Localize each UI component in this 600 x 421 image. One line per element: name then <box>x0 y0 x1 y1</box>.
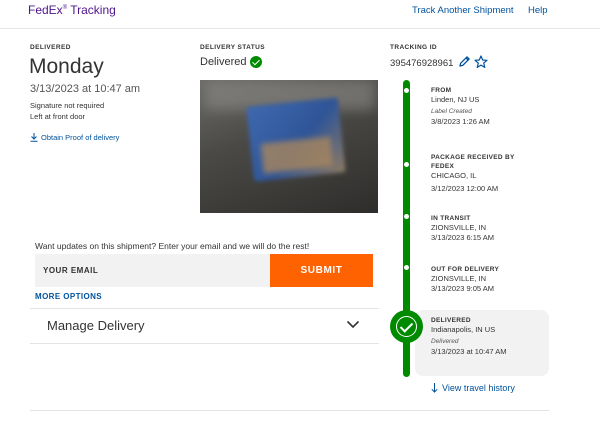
chevron-down-icon[interactable] <box>346 320 360 329</box>
timeline-dot <box>404 214 409 219</box>
event-title: DELIVERED <box>431 317 471 324</box>
track-another-link[interactable]: Track Another Shipment <box>412 5 514 16</box>
timeline-event-from: FROM Linden, NJ US Label Created 3/8/202… <box>431 86 490 127</box>
download-icon <box>30 133 38 142</box>
help-link[interactable]: Help <box>528 5 548 16</box>
event-time: 3/12/2023 12:00 AM <box>431 184 499 193</box>
brand-registered-mark: ® <box>62 5 68 11</box>
timeline-dot <box>404 162 409 167</box>
event-time: 3/13/2023 6:15 AM <box>431 233 494 242</box>
event-location: Indianapolis, IN US <box>431 325 496 334</box>
delivery-photo[interactable] <box>200 80 378 213</box>
updates-prompt: Want updates on this shipment? Enter you… <box>35 241 310 251</box>
tracking-id-label: TRACKING ID <box>390 44 438 51</box>
check-circle-icon <box>250 56 263 68</box>
event-location: CHICAGO, IL <box>431 171 477 180</box>
proof-of-delivery-link[interactable]: Obtain Proof of delivery <box>30 133 119 142</box>
event-note: Label Created <box>431 108 472 115</box>
brand-name: FedEx <box>28 3 63 17</box>
header-divider <box>0 28 600 29</box>
event-title: FROM <box>431 87 452 94</box>
event-note: Delivered <box>431 338 459 345</box>
view-travel-history-label: View travel history <box>442 383 515 393</box>
event-title: OUT FOR DELIVERY <box>431 266 500 273</box>
view-travel-history-link[interactable]: View travel history <box>431 383 515 393</box>
timeline-event-out-for-delivery: OUT FOR DELIVERY ZIONSVILLE, IN 3/13/202… <box>431 265 499 294</box>
divider <box>30 343 379 344</box>
delivery-status-label: DELIVERY STATUS <box>200 44 265 51</box>
top-bar: FedEx® Tracking Track Another Shipment H… <box>0 0 600 22</box>
proof-of-delivery-label: Obtain Proof of delivery <box>41 133 120 142</box>
email-input[interactable]: YOUR EMAIL <box>35 254 270 287</box>
delivery-datetime: 3/13/2023 at 10:47 am <box>30 83 141 95</box>
event-time: 3/13/2023 9:05 AM <box>431 284 494 293</box>
timeline-dot <box>404 265 409 270</box>
arrow-down-icon <box>431 383 438 393</box>
manage-delivery-label[interactable]: Manage Delivery <box>47 318 145 333</box>
tracking-number: 395476928961 <box>390 58 454 69</box>
timeline-dot <box>404 88 409 93</box>
footer-divider <box>30 410 549 411</box>
delivered-check-icon <box>390 310 423 343</box>
event-title: PACKAGE RECEIVED BY <box>431 154 515 161</box>
submit-button[interactable]: SUBMIT <box>270 254 373 287</box>
timeline-event-in-transit: IN TRANSIT ZIONSVILLE, IN 3/13/2023 6:15… <box>431 214 494 243</box>
star-icon[interactable] <box>474 55 488 69</box>
event-location: ZIONSVILLE, IN <box>431 274 487 283</box>
event-location: ZIONSVILLE, IN <box>431 223 487 232</box>
event-location: Linden, NJ US <box>431 95 480 104</box>
event-time: 3/8/2023 1:26 AM <box>431 117 490 126</box>
delivery-day: Monday <box>29 55 104 78</box>
left-at-note: Left at front door <box>30 112 86 121</box>
brand-title: FedEx® Tracking <box>28 3 116 17</box>
delivered-label: DELIVERED <box>30 44 71 51</box>
delivery-status-value: Delivered <box>200 56 247 68</box>
pencil-icon[interactable] <box>458 55 471 68</box>
timeline-event-received: PACKAGE RECEIVED BY FEDEX CHICAGO, IL 3/… <box>431 153 515 194</box>
brand-suffix: Tracking <box>70 3 116 17</box>
email-placeholder: YOUR EMAIL <box>43 266 99 275</box>
signature-note: Signature not required <box>30 101 105 110</box>
divider <box>30 308 379 309</box>
timeline-event-delivered: DELIVERED Indianapolis, IN US Delivered … <box>431 316 506 357</box>
event-title: IN TRANSIT <box>431 215 471 222</box>
more-options-link[interactable]: MORE OPTIONS <box>35 292 102 301</box>
event-time: 3/13/2023 at 10:47 AM <box>431 347 507 356</box>
delivery-status: Delivered <box>200 56 263 68</box>
event-title-line2: FEDEX <box>431 163 455 170</box>
